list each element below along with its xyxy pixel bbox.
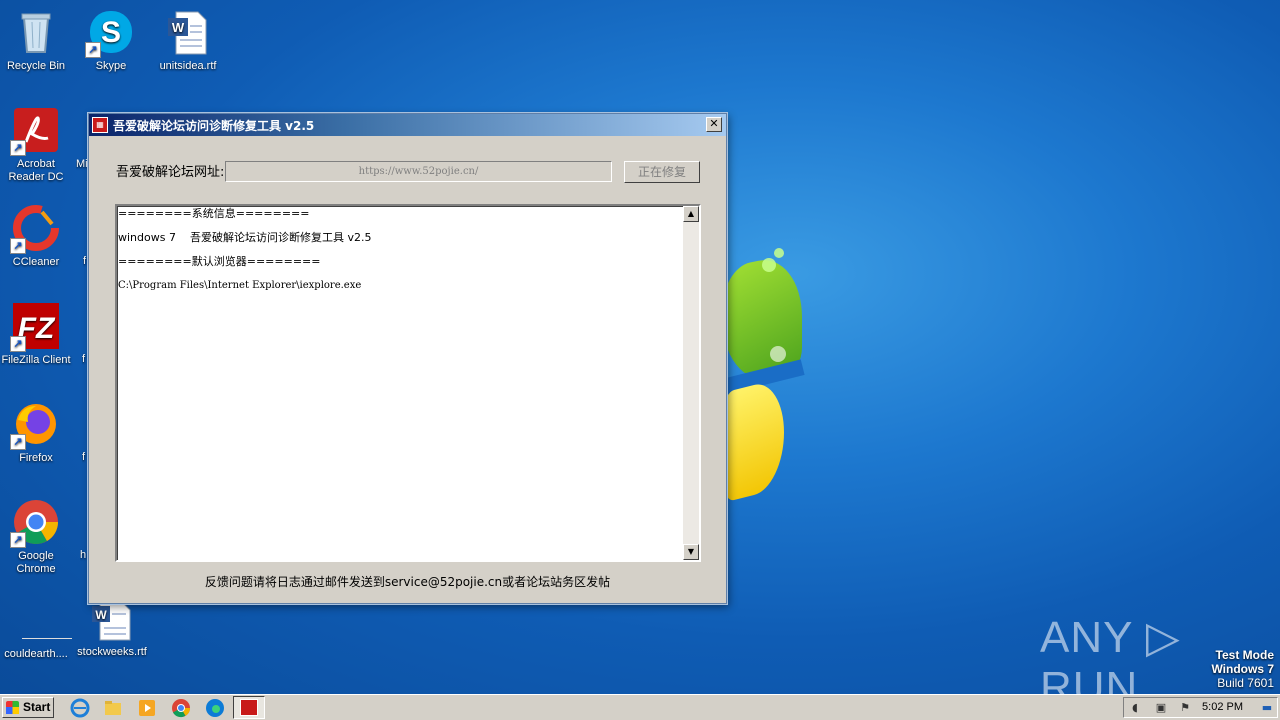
svg-text:S: S bbox=[101, 16, 121, 49]
desktop-icon-label: FileZilla Client bbox=[1, 354, 71, 366]
clock[interactable]: 5:02 PM bbox=[1202, 701, 1243, 713]
close-icon: ✕ bbox=[709, 117, 719, 130]
build-line: Build 7601 bbox=[1217, 676, 1274, 690]
scroll-down-icon[interactable]: ▼ bbox=[683, 544, 699, 560]
app-logo-icon: ▦ bbox=[92, 117, 108, 133]
flag-icon[interactable]: ⚑ bbox=[1178, 701, 1192, 715]
system-tray: ◖ ▣ ⚑ 5:02 PM ▬ bbox=[1123, 697, 1278, 718]
shortcut-arrow-icon: ↗ bbox=[10, 238, 26, 254]
repair-button[interactable]: 正在修复 bbox=[624, 161, 700, 183]
url-field[interactable]: https://www.52pojie.cn/ bbox=[225, 161, 612, 182]
word-document-icon: W bbox=[164, 8, 212, 56]
app-logo-icon bbox=[240, 699, 258, 716]
feedback-note: 反馈问题请将日志通过邮件发送到service@52pojie.cn或者论坛站务区… bbox=[204, 575, 611, 589]
desktop-icon-label: Mi bbox=[76, 158, 88, 170]
test-mode-notice: Test Mode Windows 7 Build 7601 bbox=[1211, 648, 1274, 690]
chrome-icon[interactable] bbox=[171, 698, 191, 718]
taskbar-diagnostic-tool[interactable] bbox=[233, 696, 265, 719]
desktop-icon-ccleaner[interactable]: ↗ CCleaner bbox=[0, 204, 72, 269]
ie-icon[interactable] bbox=[70, 698, 90, 718]
windows-flag-icon bbox=[6, 701, 19, 714]
desktop-icon-label: Firefox bbox=[19, 452, 53, 464]
show-desktop-icon[interactable]: ▬ bbox=[1259, 701, 1275, 715]
start-button[interactable]: Start bbox=[2, 697, 54, 718]
shortcut-arrow-icon: ↗ bbox=[10, 532, 26, 548]
shortcut-arrow-icon: ↗ bbox=[85, 42, 101, 58]
close-button[interactable]: ✕ bbox=[706, 117, 722, 132]
desktop-icon-couldearth[interactable]: couldearth.... bbox=[0, 596, 72, 661]
explorer-icon[interactable] bbox=[103, 698, 123, 718]
media-player-icon[interactable] bbox=[137, 698, 157, 718]
window-title: 吾爱破解论坛访问诊断修复工具 v2.5 bbox=[113, 118, 315, 133]
diagnostic-tool-window[interactable]: ▦ 吾爱破解论坛访问诊断修复工具 v2.5 ✕ 吾爱破解论坛网址: https:… bbox=[88, 113, 727, 604]
edge-icon[interactable] bbox=[205, 698, 225, 718]
start-label: Start bbox=[23, 700, 51, 714]
log-line: windows 7 吾爱破解论坛访问诊断修复工具 v2.5 bbox=[118, 231, 372, 244]
desktop-icon-acrobat[interactable]: ↗ Acrobat Reader DC bbox=[0, 106, 72, 184]
scroll-up-icon[interactable]: ▲ bbox=[683, 206, 699, 222]
skype-icon: S ↗ bbox=[85, 8, 135, 58]
desktop-icon-firefox[interactable]: ↗ Firefox bbox=[0, 400, 72, 465]
ccleaner-icon: ↗ bbox=[10, 204, 60, 254]
svg-text:W: W bbox=[172, 20, 185, 35]
recycle-bin-icon bbox=[12, 8, 60, 56]
filezilla-icon: FZ ↗ bbox=[10, 302, 60, 352]
taskbar: Start ◖ ▣ ⚑ 5:02 PM ▬ bbox=[0, 694, 1280, 720]
test-mode-line: Test Mode bbox=[1215, 648, 1274, 662]
speaker-icon[interactable]: ◖ bbox=[1128, 701, 1142, 715]
log-textarea[interactable]: ========系统信息======== windows 7 吾爱破解论坛访问诊… bbox=[115, 204, 701, 562]
shortcut-arrow-icon: ↗ bbox=[10, 140, 26, 156]
desktop-icon-label: Acrobat Reader DC bbox=[8, 158, 64, 183]
desktop-icon-label: CCleaner bbox=[12, 256, 60, 268]
firefox-icon: ↗ bbox=[10, 400, 60, 450]
blank-file-icon bbox=[12, 596, 72, 644]
desktop-icon-chrome[interactable]: ↗ Google Chrome bbox=[0, 498, 72, 576]
network-icon[interactable]: ▣ bbox=[1154, 701, 1168, 715]
desktop-icon-skype[interactable]: S ↗ Skype bbox=[75, 8, 147, 73]
shortcut-arrow-icon: ↗ bbox=[10, 336, 26, 352]
svg-text:W: W bbox=[95, 608, 107, 622]
log-scrollbar[interactable]: ▲ ▼ bbox=[683, 206, 699, 560]
hidden-icon-label-fragment: h bbox=[80, 549, 87, 561]
window-title-bar[interactable]: ▦ 吾爱破解论坛访问诊断修复工具 v2.5 ✕ bbox=[89, 114, 726, 136]
desktop-icon-label: couldearth.... bbox=[4, 648, 68, 660]
chrome-icon: ↗ bbox=[10, 498, 60, 548]
desktop-icon-unitsidea[interactable]: W unitsidea.rtf bbox=[152, 8, 224, 73]
word-document-icon: W bbox=[88, 600, 136, 642]
desktop-icon-stockweeks[interactable]: W stockweeks.rtf bbox=[76, 600, 148, 659]
log-line: ========系统信息======== bbox=[118, 207, 310, 220]
desktop-icon-label: Recycle Bin bbox=[6, 60, 66, 72]
url-label: 吾爱破解论坛网址: bbox=[116, 165, 225, 180]
desktop-icon-label: unitsidea.rtf bbox=[159, 60, 217, 72]
acrobat-icon: ↗ bbox=[10, 106, 60, 156]
desktop-icon-filezilla[interactable]: FZ ↗ FileZilla Client bbox=[0, 302, 72, 367]
desktop-icon-label: Google Chrome bbox=[16, 550, 56, 575]
desktop-icon-label: Skype bbox=[95, 60, 127, 72]
desktop-icon-label: stockweeks.rtf bbox=[77, 646, 147, 658]
desktop-icon-recycle-bin[interactable]: Recycle Bin bbox=[0, 8, 72, 73]
log-line: C:\Program Files\Internet Explorer\iexpl… bbox=[118, 280, 362, 291]
shortcut-arrow-icon: ↗ bbox=[10, 434, 26, 450]
log-line: ========默认浏览器======== bbox=[118, 255, 321, 268]
os-name-line: Windows 7 bbox=[1211, 662, 1274, 676]
